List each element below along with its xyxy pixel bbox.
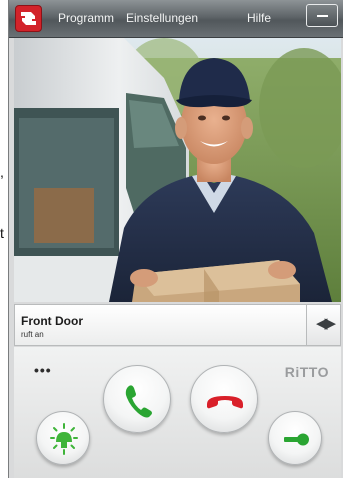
menu-hilfe[interactable]: Hilfe	[247, 11, 271, 25]
caller-status: ruft an	[21, 330, 44, 339]
more-options-button[interactable]: •••	[34, 362, 52, 378]
door-opener-button[interactable]	[268, 411, 322, 465]
accept-call-icon	[125, 385, 152, 418]
caller-info-panel: Front Door ruft an ◀▶	[14, 304, 341, 346]
minimize-button[interactable]	[306, 4, 338, 27]
light-icon	[50, 423, 78, 455]
light-button[interactable]	[36, 411, 90, 465]
switch-camera-icon: ◀▶	[316, 315, 336, 332]
menu-programm[interactable]: Programm	[58, 11, 114, 25]
video-image	[14, 38, 341, 302]
door-opener-icon	[284, 433, 309, 446]
background-text-fragment: ,	[0, 164, 4, 180]
app-logo-icon	[15, 5, 42, 32]
brand-logo: RiTTO	[284, 364, 329, 380]
caller-name: Front Door	[21, 314, 83, 328]
video-feed	[14, 38, 341, 302]
decline-call-button[interactable]	[190, 365, 258, 433]
minimize-icon	[317, 15, 328, 17]
decline-call-icon	[207, 396, 243, 409]
accept-call-button[interactable]	[103, 365, 171, 433]
background-text-fragment: t	[0, 225, 4, 241]
call-controls: ••• RiTTO	[14, 347, 341, 478]
menu-einstellungen[interactable]: Einstellungen	[126, 11, 198, 25]
switch-camera-button[interactable]: ◀▶	[306, 305, 340, 345]
intercom-window: Programm Einstellungen Hilfe Front Door …	[8, 0, 343, 478]
menu-bar: Programm Einstellungen Hilfe	[9, 0, 343, 38]
